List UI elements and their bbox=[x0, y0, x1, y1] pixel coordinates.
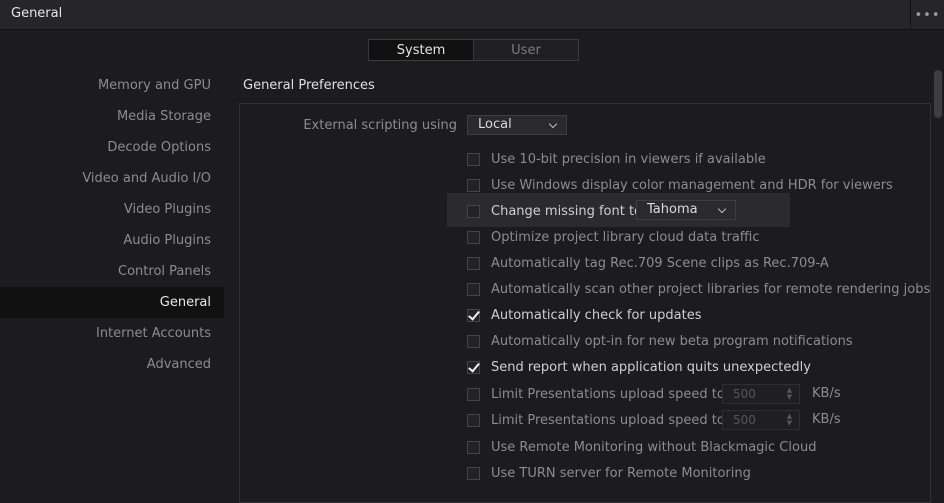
tab-user[interactable]: User bbox=[473, 40, 578, 60]
checkbox-beta-notifications[interactable] bbox=[467, 334, 480, 348]
checkbox-auto-scan-libraries[interactable] bbox=[467, 282, 480, 296]
option-label: Send report when application quits unexp… bbox=[491, 359, 811, 375]
system-user-tabs: System User bbox=[368, 39, 579, 61]
option-remote-monitoring: Use Remote Monitoring without Blackmagic… bbox=[467, 437, 816, 457]
missing-font-value: Tahoma bbox=[647, 202, 698, 217]
preferences-sidebar: Memory and GPU Media Storage Decode Opti… bbox=[0, 70, 224, 380]
checkbox-windows-color-management[interactable] bbox=[467, 178, 480, 192]
tab-system[interactable]: System bbox=[369, 40, 473, 60]
checkbox-send-report[interactable] bbox=[467, 360, 480, 374]
external-scripting-label: External scripting using bbox=[303, 118, 457, 133]
sidebar-item-advanced[interactable]: Advanced bbox=[0, 349, 224, 380]
checkbox-change-missing-font[interactable] bbox=[467, 204, 480, 218]
option-auto-check-updates: Automatically check for updates bbox=[467, 305, 701, 325]
option-send-report: Send report when application quits unexp… bbox=[467, 357, 811, 377]
checkbox-remote-monitoring[interactable] bbox=[467, 440, 480, 454]
option-windows-color-management: Use Windows display color management and… bbox=[467, 175, 893, 195]
external-scripting-dropdown[interactable]: Local bbox=[467, 115, 567, 135]
scrollbar-thumb[interactable] bbox=[934, 70, 942, 118]
sidebar-item-memory-and-gpu[interactable]: Memory and GPU bbox=[0, 70, 224, 101]
option-auto-scan-libraries: Automatically scan other project librari… bbox=[467, 279, 930, 299]
option-optimize-cloud-traffic: Optimize project library cloud data traf… bbox=[467, 227, 760, 247]
section-title: General Preferences bbox=[243, 78, 375, 93]
option-label: Automatically scan other project librari… bbox=[491, 281, 931, 297]
option-label: Use Remote Monitoring without Blackmagic… bbox=[491, 439, 817, 455]
option-label: Use Windows display color management and… bbox=[491, 177, 893, 193]
more-options-icon[interactable]: ••• bbox=[910, 0, 944, 30]
stepper-arrows-icon[interactable]: ▲ ▼ bbox=[786, 387, 793, 401]
option-limit-upload-speed-2: Limit Presentations upload speed to bbox=[467, 410, 725, 430]
option-change-missing-font: Change missing font to bbox=[467, 201, 642, 221]
upload-speed-value: 500 bbox=[733, 387, 756, 401]
option-label: Use TURN server for Remote Monitoring bbox=[491, 465, 751, 481]
chevron-down-icon bbox=[717, 204, 727, 214]
option-label: Automatically opt-in for new beta progra… bbox=[491, 333, 853, 349]
stepper-arrows-icon[interactable]: ▲ ▼ bbox=[786, 413, 793, 427]
external-scripting-value: Local bbox=[478, 117, 512, 132]
sidebar-item-control-panels[interactable]: Control Panels bbox=[0, 256, 224, 287]
sidebar-item-internet-accounts[interactable]: Internet Accounts bbox=[0, 318, 224, 349]
chevron-down-icon bbox=[548, 119, 558, 129]
checkbox-turn-server[interactable] bbox=[467, 466, 480, 480]
option-label: Use 10-bit precision in viewers if avail… bbox=[491, 151, 766, 167]
option-label: Automatically tag Rec.709 Scene clips as… bbox=[491, 255, 829, 271]
upload-speed-unit: KB/s bbox=[812, 386, 841, 401]
checkbox-optimize-cloud-traffic[interactable] bbox=[467, 230, 480, 244]
checkbox-limit-upload-speed-1[interactable] bbox=[467, 387, 480, 401]
sidebar-item-audio-plugins[interactable]: Audio Plugins bbox=[0, 225, 224, 256]
option-label: Limit Presentations upload speed to bbox=[491, 412, 725, 428]
sidebar-item-decode-options[interactable]: Decode Options bbox=[0, 132, 224, 163]
option-limit-upload-speed-1: Limit Presentations upload speed to bbox=[467, 384, 725, 404]
window-title: General bbox=[11, 6, 63, 21]
sidebar-item-media-storage[interactable]: Media Storage bbox=[0, 101, 224, 132]
sidebar-item-video-and-audio-io[interactable]: Video and Audio I/O bbox=[0, 163, 224, 194]
option-auto-tag-rec709: Automatically tag Rec.709 Scene clips as… bbox=[467, 253, 829, 273]
option-turn-server: Use TURN server for Remote Monitoring bbox=[467, 463, 751, 483]
upload-speed-stepper-1[interactable]: 500 ▲ ▼ bbox=[722, 384, 800, 404]
title-bar: General ••• bbox=[0, 0, 944, 30]
checkbox-auto-check-updates[interactable] bbox=[467, 308, 480, 322]
sidebar-item-general[interactable]: General bbox=[0, 287, 224, 318]
upload-speed-unit: KB/s bbox=[812, 412, 841, 427]
upload-speed-value: 500 bbox=[733, 413, 756, 427]
sidebar-item-video-plugins[interactable]: Video Plugins bbox=[0, 194, 224, 225]
upload-speed-stepper-2[interactable]: 500 ▲ ▼ bbox=[722, 410, 800, 430]
checkbox-auto-tag-rec709[interactable] bbox=[467, 256, 480, 270]
option-beta-notifications: Automatically opt-in for new beta progra… bbox=[467, 331, 853, 351]
checkbox-limit-upload-speed-2[interactable] bbox=[467, 413, 480, 427]
option-label: Optimize project library cloud data traf… bbox=[491, 229, 760, 245]
option-10bit-precision: Use 10-bit precision in viewers if avail… bbox=[467, 149, 766, 169]
option-label: Limit Presentations upload speed to bbox=[491, 386, 725, 402]
missing-font-dropdown[interactable]: Tahoma bbox=[636, 200, 736, 220]
option-label: Automatically check for updates bbox=[491, 307, 702, 323]
option-label: Change missing font to bbox=[491, 203, 643, 219]
checkbox-10bit-precision[interactable] bbox=[467, 152, 480, 166]
